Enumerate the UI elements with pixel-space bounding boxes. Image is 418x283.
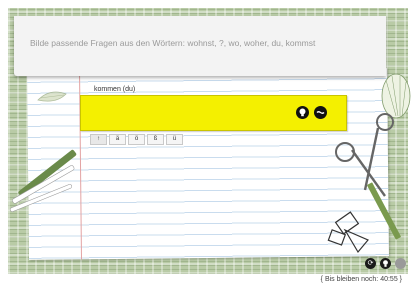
- bottom-toolbar: ⟳: [365, 258, 406, 269]
- lightbulb-icon: [296, 108, 309, 121]
- answer-box: [80, 95, 347, 131]
- hint-button[interactable]: [296, 106, 309, 119]
- key-eszett[interactable]: ß: [147, 134, 164, 145]
- refresh-icon: ⟳: [367, 260, 374, 267]
- hint-bulb-button[interactable]: [380, 258, 391, 269]
- check-button[interactable]: [314, 106, 327, 119]
- special-char-keyboard: ↑ ä ö ß ü: [90, 134, 183, 145]
- dots-icon: [314, 111, 327, 121]
- timer-footer: { Bis bleiben noch: 40:55 }: [320, 276, 402, 283]
- key-a-umlaut[interactable]: ä: [109, 134, 126, 145]
- lightbulb-icon: [380, 260, 391, 271]
- shift-key[interactable]: ↑: [90, 134, 107, 145]
- answer-input[interactable]: [87, 104, 291, 122]
- instruction-banner: Bilde passende Fragen aus den Wörtern: w…: [14, 16, 386, 76]
- instruction-text: Bilde passende Fragen aus den Wörtern: w…: [30, 38, 316, 48]
- key-o-umlaut[interactable]: ö: [128, 134, 145, 145]
- app-frame: Bilde passende Fragen aus den Wörtern: w…: [0, 0, 418, 283]
- reset-button[interactable]: ⟳: [365, 258, 376, 269]
- key-u-umlaut[interactable]: ü: [166, 134, 183, 145]
- word-label: kommen (du): [94, 86, 136, 93]
- menu-button[interactable]: [395, 258, 406, 269]
